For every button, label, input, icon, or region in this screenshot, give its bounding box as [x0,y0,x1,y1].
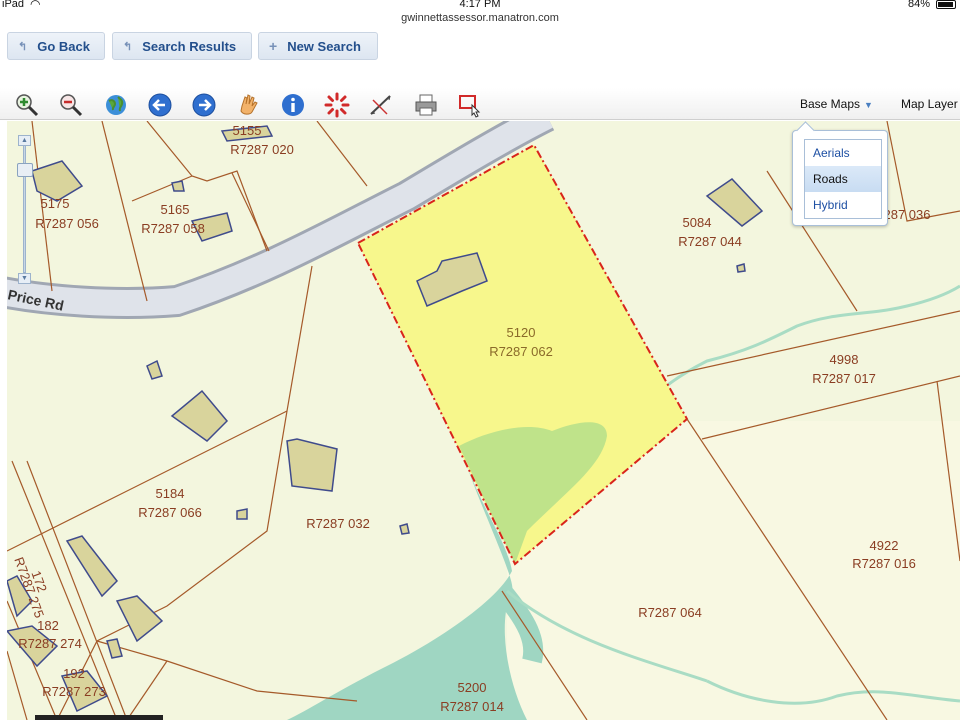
search-results-label: Search Results [142,38,237,54]
battery-icon [936,0,956,9]
parcel-id: R7287 020 [230,142,294,157]
base-maps-label: Base Maps [800,97,861,111]
globe-icon[interactable] [103,92,129,118]
go-back-label: Go Back [37,38,90,54]
building [171,180,185,192]
selected-parcel-id: R7287 062 [489,344,553,359]
parcel-address: 4998 [830,352,859,367]
info-icon[interactable] [280,92,306,118]
building [399,523,410,535]
search-results-button[interactable]: ↰ Search Results [112,32,252,60]
building [736,263,746,273]
plus-icon: + [269,38,278,54]
zoom-slider-thumb[interactable] [17,163,33,177]
parcel-id: R7287 273 [42,684,106,699]
parcel-address: 4922 [870,538,899,553]
zoom-out-icon[interactable] [58,92,84,118]
parcel-address: 192 [63,666,85,681]
parcel-id: R7287 064 [638,605,702,620]
parcel-id: 287 036 [884,207,931,222]
parcel-address: 5200 [458,680,487,695]
selected-parcel-address: 5120 [507,325,536,340]
base-maps-dropdown: Aerials Roads Hybrid [792,130,888,226]
building [236,508,248,520]
parcel-id: R7287 014 [440,699,504,714]
back-arrow-icon: ↰ [18,40,28,53]
parcel-address: 5184 [156,486,185,501]
map-scale-bar [35,715,163,720]
parcel-address: 5084 [683,215,712,230]
zoom-slider[interactable]: ▲ ▼ [17,135,33,284]
carrier-label: iPad [2,0,25,10]
parcel-id: R7287 056 [35,216,99,231]
building [286,438,338,492]
go-back-button[interactable]: ↰ Go Back [7,32,105,60]
parcel-address: 5155 [233,123,262,138]
wifi-icon: ◠ [30,0,41,11]
back-arrow-icon: ↰ [123,40,133,53]
clock: 4:17 PM [459,0,501,10]
zoom-in-icon[interactable] [14,92,40,118]
parcel-id: R7287 044 [678,234,742,249]
new-search-label: New Search [287,38,361,54]
battery-percent: 84% [908,0,931,10]
parcel-address: 5165 [161,202,190,217]
hand-pan-icon[interactable] [236,92,262,118]
print-icon[interactable] [413,92,439,118]
arrow-left-icon[interactable] [147,92,173,118]
base-map-option-roads[interactable]: Roads [805,166,881,192]
parcel-id: R7287 017 [812,371,876,386]
base-maps-menu[interactable]: Base Maps ▼ [800,97,873,111]
select-burst-icon[interactable] [324,92,350,118]
parcel-id: R7287 032 [306,516,370,531]
map-layers-menu[interactable]: Map Layer [901,97,958,111]
measure-icon[interactable] [368,92,394,118]
parcel-id: R7287 274 [18,636,82,651]
status-bar: iPad ◠ 4:17 PM 84% [0,0,960,12]
zoom-slider-down-icon[interactable]: ▼ [18,273,31,284]
select-rectangle-icon[interactable] [457,92,483,118]
base-maps-options: Aerials Roads Hybrid [804,139,882,219]
parcel-id: R7287 016 [852,556,916,571]
dropdown-arrow-icon: ▼ [864,100,873,110]
address-bar[interactable]: gwinnettassessor.manatron.com [0,12,960,30]
parcel-id: R7287 058 [141,221,205,236]
base-map-option-aerials[interactable]: Aerials [805,140,881,166]
parcel-address: 5175 [41,196,70,211]
arrow-right-icon[interactable] [191,92,217,118]
map-toolbar: Base Maps ▼ Map Layer [0,88,960,120]
parcel-address: 182 [37,618,59,633]
new-search-button[interactable]: + New Search [258,32,378,60]
parcel-id: R7287 066 [138,505,202,520]
base-map-option-hybrid[interactable]: Hybrid [805,192,881,218]
